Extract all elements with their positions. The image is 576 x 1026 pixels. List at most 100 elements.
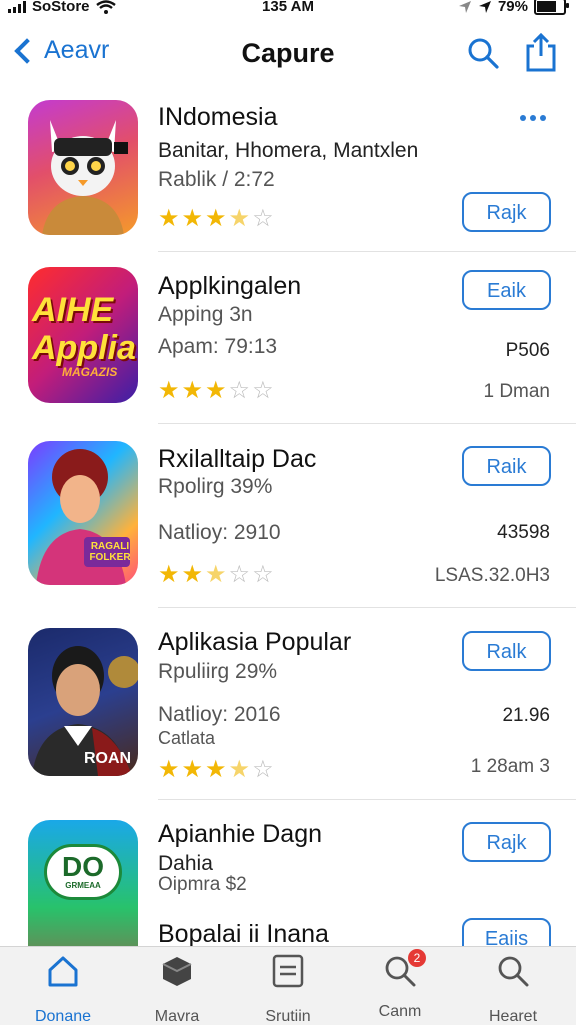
app-title: Apianhie Dagn xyxy=(158,820,323,848)
star-rating: ★ ★ ★ ☆ ☆ xyxy=(158,379,274,403)
star-icon: ★ xyxy=(158,377,180,404)
star-rating: ★ ★ ★ ☆ ☆ xyxy=(158,563,274,587)
search-icon: 2 xyxy=(382,949,426,989)
search-icon xyxy=(498,956,529,987)
app-subtitle: Rpolirg 39% xyxy=(158,475,273,498)
more-icon[interactable] xyxy=(520,115,546,121)
star-icon: ☆ xyxy=(252,561,274,588)
app-price: 21.96 xyxy=(502,705,550,726)
app-meta: Apam: 79:13 xyxy=(158,335,278,358)
app-meta: Natlioy: 2016 xyxy=(158,703,281,726)
status-right: 79% xyxy=(458,0,569,15)
app-icon-magazine: AIHE Applia MAGAZIS xyxy=(28,267,138,403)
home-icon xyxy=(48,956,78,987)
star-icon: ★ xyxy=(205,377,227,404)
app-icon-do: DO GRMEAA xyxy=(28,820,138,946)
location-arrow-icon xyxy=(478,0,491,13)
app-category: Catlata xyxy=(158,728,216,748)
search-icon[interactable] xyxy=(466,36,500,70)
star-icon: ★ xyxy=(158,561,180,588)
star-icon: ★ xyxy=(181,205,204,232)
app-subtitle: Rpuliirg 29% xyxy=(158,660,278,683)
app-subtitle: Banitar, Hhomera, Mantxlen xyxy=(158,139,419,162)
star-icon: ☆ xyxy=(252,756,274,783)
list-icon xyxy=(272,954,304,988)
star-icon: ☆ xyxy=(252,377,274,404)
star-icon: ★ xyxy=(228,756,251,783)
star-icon: ★ xyxy=(205,756,227,783)
icon-text: AIHE Applia xyxy=(32,291,136,367)
app-price: 43598 xyxy=(497,522,550,543)
tab-bar: Donane Mavra Srutiin 2 Canm Hearet xyxy=(0,946,576,1025)
star-icon: ☆ xyxy=(252,205,274,232)
tab-label: Srutiin xyxy=(265,1008,311,1025)
star-icon: ☆ xyxy=(228,377,251,404)
get-button[interactable]: Eaik xyxy=(462,270,551,310)
list-item[interactable]: AIHE Applia MAGAZIS Applkingalen Apping … xyxy=(0,255,576,425)
icon-subtext: MAGAZIS xyxy=(62,365,118,379)
tab-label: Canm xyxy=(378,1003,422,1020)
list-item[interactable]: INdomesia Banitar, Hhomera, Mantxlen Rab… xyxy=(0,95,576,255)
tab-label: Donane xyxy=(34,1008,92,1025)
navigation-bar: Aeavr Capure xyxy=(0,20,576,90)
tab-canm[interactable]: 2 Canm xyxy=(345,949,455,1021)
app-meta: Oipmra $2 xyxy=(158,874,247,895)
star-icon: ★ xyxy=(205,205,227,232)
app-icon-person: RAGALI FOLKER xyxy=(28,441,138,585)
cat-mascot-icon xyxy=(42,120,128,235)
list-item[interactable]: RAGALI FOLKER Rxilalltaip Dac Rpolirg 39… xyxy=(0,425,576,608)
app-title: Bopalai ii Inana xyxy=(158,920,329,946)
app-meta: Natlioy: 2910 xyxy=(158,521,281,544)
app-meta: Rablik / 2:72 xyxy=(158,168,275,191)
app-icon-portrait: ROAN xyxy=(28,628,138,776)
location-icon xyxy=(458,0,471,13)
icon-badge: DO GRMEAA xyxy=(44,844,122,900)
star-rating: ★ ★ ★ ★ ☆ xyxy=(158,758,274,782)
get-button[interactable]: Rajk xyxy=(462,192,551,232)
app-downloads: 1 Dman xyxy=(483,381,550,402)
share-icon[interactable] xyxy=(524,32,558,72)
battery-icon xyxy=(534,0,569,15)
get-button[interactable]: Eaiis xyxy=(462,918,551,946)
tab-mavra[interactable]: Mavra xyxy=(122,953,232,1026)
get-button[interactable]: Raik xyxy=(462,446,551,486)
list-item[interactable]: DO GRMEAA Apianhie Dagn Dahia Oipmra $2 … xyxy=(0,800,576,946)
star-icon: ★ xyxy=(228,205,251,232)
app-subtitle: Dahia xyxy=(158,852,213,875)
star-icon: ★ xyxy=(181,756,204,783)
status-bar: SoStore 135 AM 79% xyxy=(0,0,576,20)
tab-hearet[interactable]: Hearet xyxy=(458,953,568,1026)
star-icon: ☆ xyxy=(228,561,251,588)
icon-subtext: GRMEAA xyxy=(65,881,101,890)
tab-label: Hearet xyxy=(488,1008,538,1025)
notification-badge: 2 xyxy=(408,949,426,967)
app-title: Rxilalltaip Dac xyxy=(158,445,317,473)
divider xyxy=(158,251,576,252)
app-icon-cat xyxy=(28,100,138,235)
get-button[interactable]: Ralk xyxy=(462,631,551,671)
app-price: P506 xyxy=(505,340,550,361)
app-title: INdomesia xyxy=(158,103,278,131)
app-downloads: LSAS.32.0H3 xyxy=(434,565,550,586)
icon-text: ROAN xyxy=(84,750,132,767)
person-illustration-icon xyxy=(36,449,130,585)
app-title: Applkingalen xyxy=(158,272,302,300)
star-icon: ★ xyxy=(205,561,227,588)
list-item[interactable]: ROAN Aplikasia Popular Rpuliirg 29% Natl… xyxy=(0,608,576,800)
app-subtitle: Apping 3n xyxy=(158,303,253,326)
battery-percent: 79% xyxy=(497,0,528,15)
tab-srutiin[interactable]: Srutiin xyxy=(233,953,343,1026)
get-button[interactable]: Rajk xyxy=(462,822,551,862)
app-title: Aplikasia Popular xyxy=(158,628,352,656)
icon-text: RAGALI FOLKER xyxy=(89,541,131,563)
tab-label: Mavra xyxy=(154,1008,200,1025)
divider xyxy=(158,423,576,424)
star-icon: ★ xyxy=(181,561,204,588)
app-downloads: 1 28am 3 xyxy=(470,756,550,777)
star-icon: ★ xyxy=(181,377,204,404)
tab-donane[interactable]: Donane xyxy=(8,953,118,1026)
box-icon xyxy=(162,957,192,986)
star-icon: ★ xyxy=(158,756,180,783)
star-icon: ★ xyxy=(158,205,180,232)
star-rating: ★ ★ ★ ★ ☆ xyxy=(158,207,274,231)
